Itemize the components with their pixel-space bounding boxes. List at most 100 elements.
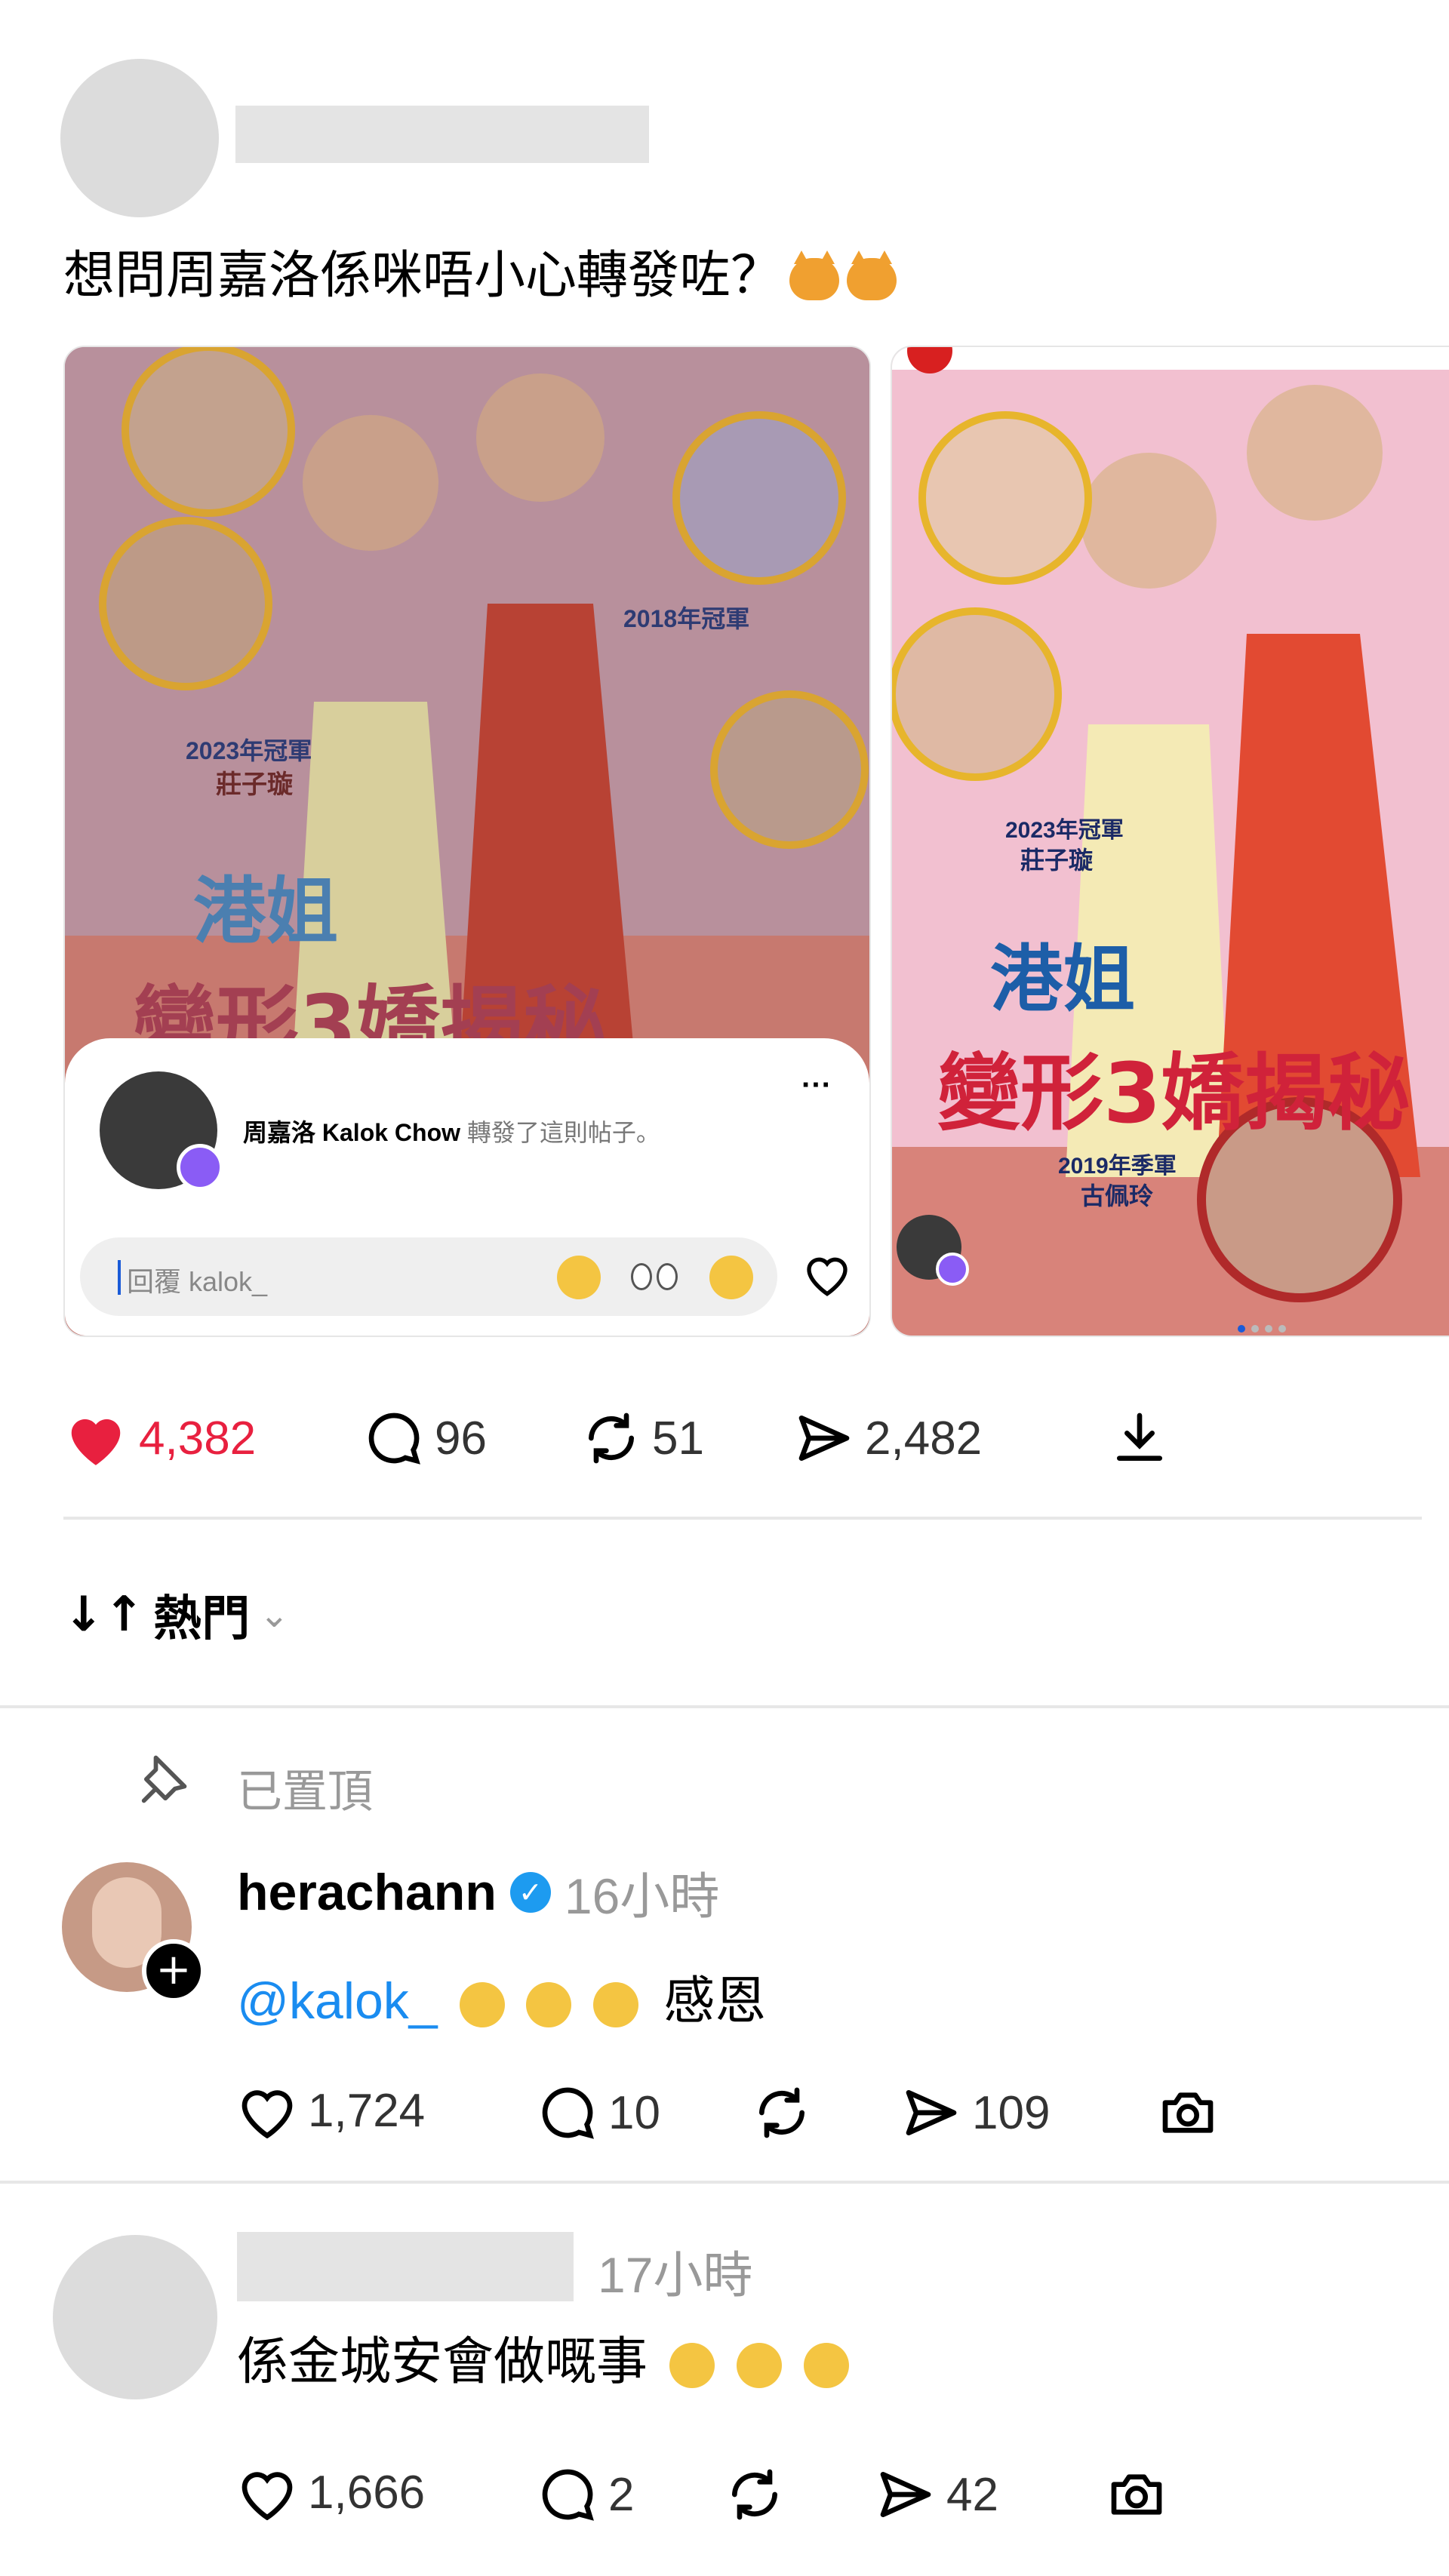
laughing-tears-emoji xyxy=(526,1982,572,2028)
reply-placeholder: 回覆 kalok_ xyxy=(127,1266,268,1297)
comment-repost-button[interactable] xyxy=(724,2464,785,2525)
comment-text-content: 係金城安會做嘅事 xyxy=(237,2333,648,2390)
comment-bubble-icon xyxy=(542,2087,594,2139)
rofl-emoji xyxy=(803,2343,849,2389)
repost-badge-icon xyxy=(177,1144,223,1191)
post-text-content: 想問周嘉洛係咪唔小心轉發咗？ xyxy=(63,247,783,304)
download-button[interactable] xyxy=(1109,1408,1170,1468)
comment-reply-count: 2 xyxy=(608,2468,635,2521)
comment-share-button[interactable]: 42 xyxy=(875,2464,998,2525)
laughing-tears-emoji xyxy=(593,1982,639,2028)
camera-icon xyxy=(1162,2092,1214,2133)
cover-label: 2018年冠軍 xyxy=(623,605,750,632)
comment-username[interactable]: herachann xyxy=(237,1863,497,1922)
comment-header: herachann ✓ 16小時 xyxy=(237,1856,719,1929)
comment-camera-button[interactable] xyxy=(1158,2083,1218,2143)
like-button[interactable]: 4,382 xyxy=(63,1408,256,1468)
share-count: 2,482 xyxy=(865,1412,983,1465)
pin-icon xyxy=(134,1751,192,1812)
send-icon xyxy=(798,1416,850,1461)
comment-text: 係金城安會做嘅事 xyxy=(237,2319,849,2394)
rofl-emoji xyxy=(669,2343,715,2389)
heart-filled-icon xyxy=(71,1419,121,1465)
cover-title-line-2: 變形3嬌揭秘 xyxy=(937,1045,1411,1142)
comment-reply-button[interactable]: 2 xyxy=(537,2464,634,2525)
repost-icon xyxy=(732,2469,777,2520)
bottom-fade xyxy=(0,2520,1449,2576)
sort-label: 熱門 xyxy=(153,1591,251,1646)
repost-icon xyxy=(759,2087,804,2138)
repost-count: 51 xyxy=(652,1412,704,1465)
magazine-cover-art xyxy=(892,347,1449,1336)
rofl-emoji xyxy=(736,2343,782,2389)
author-avatar[interactable] xyxy=(60,59,219,217)
comment-share-count: 109 xyxy=(972,2086,1051,2139)
mention-link[interactable]: @kalok_ xyxy=(237,1972,438,2030)
laughing-tears-emoji xyxy=(459,1982,505,2028)
comment-bubble-icon xyxy=(542,2469,594,2521)
divider xyxy=(0,1705,1449,1708)
download-icon xyxy=(1117,1412,1162,1461)
like-heart-icon[interactable] xyxy=(803,1251,851,1300)
like-count: 4,382 xyxy=(139,1412,257,1465)
comment-reply-count: 10 xyxy=(608,2086,660,2139)
cover-label: 2019年季軍 xyxy=(1058,1154,1177,1179)
comment-share-count: 42 xyxy=(946,2468,998,2521)
comment-camera-button[interactable] xyxy=(1106,2464,1167,2525)
send-icon xyxy=(906,2090,957,2135)
repost-badge-icon xyxy=(936,1253,969,1286)
comment-like-count: 1,666 xyxy=(308,2466,426,2519)
comment-time: 16小時 xyxy=(564,1868,720,1924)
cover-label: 莊子璇 xyxy=(1020,847,1094,874)
post-text: 想問周嘉洛係咪唔小心轉發咗？ xyxy=(63,241,897,309)
carousel-pagination xyxy=(1238,1325,1286,1333)
text-cursor xyxy=(118,1260,121,1295)
cover-label: 莊子璇 xyxy=(216,770,293,799)
pinned-label: 已置頂 xyxy=(237,1766,373,1817)
divider xyxy=(0,2181,1449,2184)
carousel-image-1[interactable]: 港姐 變形3嬌揭秘 2018年冠軍 2023年冠軍 莊子璇 周嘉洛 Kalok … xyxy=(63,346,871,1337)
comment-reply-button[interactable]: 10 xyxy=(537,2083,660,2143)
divider xyxy=(63,1517,1422,1520)
author-name-redacted[interactable] xyxy=(235,106,649,163)
cover-label: 古佩玲 xyxy=(1081,1182,1154,1210)
comment-text-content: 感恩 xyxy=(663,1972,767,2030)
crying-cat-emoji xyxy=(847,251,897,301)
comment-button[interactable]: 96 xyxy=(364,1408,487,1468)
crying-cat-emoji xyxy=(789,251,840,301)
comment-like-button[interactable]: 1,724 xyxy=(237,2083,425,2138)
sort-dropdown[interactable]: ↓↑ 熱門 ⌄ xyxy=(63,1580,289,1649)
repost-icon xyxy=(589,1412,634,1464)
comment-text: @kalok_ 感恩 xyxy=(237,1959,766,2033)
comment-username-redacted[interactable] xyxy=(237,2232,574,2301)
cover-title: 港姐 變形3嬌揭秘 xyxy=(937,921,1411,1146)
pensive-face-emoji-button[interactable] xyxy=(709,1256,753,1299)
comment-count: 96 xyxy=(435,1412,487,1465)
reply-input[interactable]: 回覆 kalok_ xyxy=(80,1237,777,1316)
reposter-name[interactable]: 周嘉洛 Kalok Chow xyxy=(243,1119,460,1146)
carousel-image-2[interactable]: 港姐 變形3嬌揭秘 2023年冠軍 莊子璇 2019年季軍 古佩玲 xyxy=(891,346,1449,1337)
heart-icon xyxy=(242,2472,293,2520)
send-icon xyxy=(880,2472,931,2517)
sort-arrows-icon: ↓↑ xyxy=(63,1587,145,1643)
repost-button[interactable]: 51 xyxy=(581,1408,704,1468)
comment-share-button[interactable]: 109 xyxy=(901,2083,1050,2143)
repost-overlay[interactable]: 周嘉洛 Kalok Chow 轉發了這則帖子。 ··· 回覆 kalok_ xyxy=(65,1038,869,1336)
more-options-button[interactable]: ··· xyxy=(801,1068,832,1102)
eyes-emoji-button[interactable] xyxy=(631,1263,678,1298)
comment-avatar-redacted[interactable] xyxy=(53,2235,217,2399)
cover-label: 2023年冠軍 xyxy=(186,737,312,764)
chevron-down-icon: ⌄ xyxy=(259,1594,290,1636)
share-button[interactable]: 2,482 xyxy=(794,1408,982,1468)
comment-bubble-icon xyxy=(368,1412,420,1465)
comment-like-button[interactable]: 1,666 xyxy=(237,2464,425,2520)
repost-attribution: 周嘉洛 Kalok Chow 轉發了這則帖子。 xyxy=(243,1114,660,1148)
follow-plus-icon[interactable]: + xyxy=(142,1939,205,2003)
comment-repost-button[interactable] xyxy=(752,2083,812,2143)
pleading-face-emoji-button[interactable] xyxy=(557,1256,601,1299)
comment-time: 17小時 xyxy=(598,2247,753,2303)
comment-like-count: 1,724 xyxy=(308,2084,426,2137)
verified-badge-icon: ✓ xyxy=(509,1872,551,1913)
camera-icon xyxy=(1111,2474,1162,2515)
repost-text: 轉發了這則帖子。 xyxy=(466,1119,660,1146)
